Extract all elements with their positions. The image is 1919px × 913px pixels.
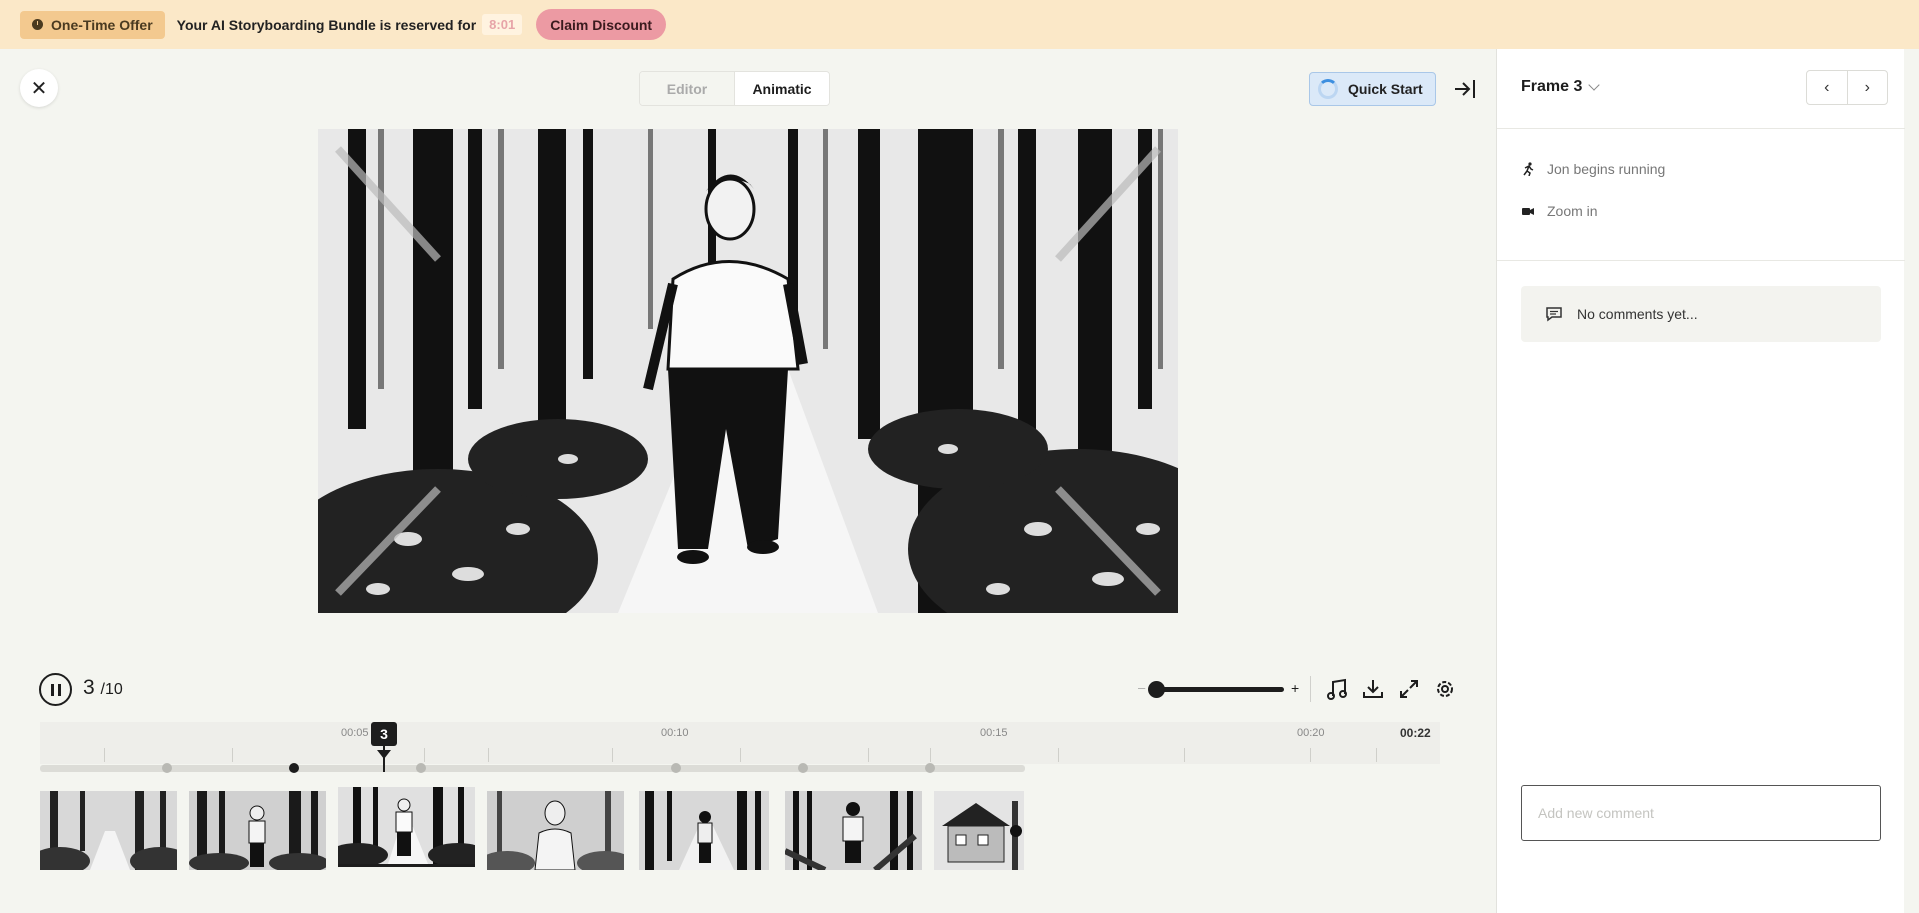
- panel-divider: [1497, 260, 1905, 261]
- ruler-tick: [488, 748, 489, 762]
- quick-start-button[interactable]: Quick Start: [1309, 72, 1436, 106]
- ruler-tick: [232, 748, 233, 762]
- frame-marker[interactable]: [289, 763, 299, 773]
- panel-header: Frame 3 ‹ ›: [1497, 49, 1905, 129]
- frame-counter: 3 /10: [83, 676, 123, 700]
- ruler-tick: [104, 748, 105, 762]
- previous-frame-button[interactable]: ‹: [1807, 71, 1848, 104]
- ruler-tick: [868, 748, 869, 762]
- mode-toggle: Editor Animatic: [639, 71, 830, 106]
- frame-marker[interactable]: [162, 763, 172, 773]
- forest-runner-illustration: [318, 129, 1178, 613]
- ruler-label: 00:20: [1297, 727, 1325, 739]
- timeline-track[interactable]: [40, 765, 1025, 772]
- zoom-in-icon[interactable]: +: [1291, 680, 1299, 696]
- zoom-out-icon[interactable]: –: [1138, 680, 1145, 695]
- action-item[interactable]: Zoom in: [1521, 203, 1598, 219]
- current-frame: 3: [83, 676, 95, 699]
- frame-thumbnail-3[interactable]: [338, 787, 475, 867]
- comments-empty-state: No comments yet...: [1521, 286, 1881, 342]
- frame-navigation: ‹ ›: [1806, 70, 1888, 105]
- frame-thumbnail-7[interactable]: [934, 791, 1024, 870]
- playhead[interactable]: 3: [371, 722, 397, 746]
- close-icon: ✕: [30, 77, 48, 100]
- frame-title: Frame 3: [1521, 78, 1583, 95]
- quick-start-label: Quick Start: [1348, 81, 1423, 97]
- action-label: Jon begins running: [1547, 161, 1666, 177]
- frame-thumbnail-6[interactable]: [785, 791, 922, 870]
- next-frame-button[interactable]: ›: [1848, 71, 1888, 104]
- download-icon[interactable]: [1360, 676, 1386, 702]
- ruler-tick: [1376, 748, 1377, 762]
- clock-icon: [32, 19, 43, 30]
- pause-icon: [50, 683, 61, 696]
- frame-details-panel: Frame 3 ‹ › Jon begins running Zoom in N…: [1496, 49, 1905, 913]
- camera-icon: [1522, 208, 1534, 215]
- frame-thumbnail-5[interactable]: [639, 791, 769, 870]
- ruler-label: 00:15: [980, 727, 1008, 739]
- music-icon[interactable]: [1324, 676, 1350, 702]
- frame-thumbnail-4[interactable]: [487, 791, 624, 870]
- close-button[interactable]: ✕: [20, 69, 58, 107]
- comment-icon: [1546, 307, 1562, 322]
- pause-button[interactable]: [39, 673, 72, 706]
- claim-discount-button[interactable]: Claim Discount: [536, 9, 667, 40]
- promo-banner: One-Time Offer Your AI Storyboarding Bun…: [0, 0, 1919, 49]
- ruler-label: 00:10: [661, 727, 689, 739]
- ruler-tick: [1058, 748, 1059, 762]
- ruler-tick: [612, 748, 613, 762]
- ruler-label: 00:05: [341, 727, 369, 739]
- frame-thumbnail-1[interactable]: [40, 791, 177, 870]
- frame-preview-image: [318, 129, 1178, 613]
- toolbar-divider: [1310, 676, 1311, 702]
- fullscreen-icon[interactable]: [1396, 676, 1422, 702]
- timeline-end-time: 00:22: [1400, 726, 1431, 740]
- tab-editor[interactable]: Editor: [640, 72, 735, 105]
- frame-marker[interactable]: [416, 763, 426, 773]
- collapse-panel-icon[interactable]: [1452, 76, 1478, 102]
- ruler-tick: [424, 748, 425, 762]
- tab-animatic[interactable]: Animatic: [735, 72, 829, 105]
- offer-badge: One-Time Offer: [20, 10, 165, 39]
- settings-gear-icon[interactable]: [1432, 676, 1458, 702]
- frame-marker[interactable]: [671, 763, 681, 773]
- frame-selector[interactable]: Frame 3: [1521, 78, 1601, 96]
- add-comment-input[interactable]: [1521, 785, 1881, 841]
- ruler-tick: [930, 748, 931, 762]
- progress-ring-icon: [1318, 79, 1338, 99]
- zoom-slider-handle[interactable]: [1148, 681, 1165, 698]
- ruler-tick: [740, 748, 741, 762]
- ruler-tick: [1184, 748, 1185, 762]
- countdown-timer: 8:01: [482, 14, 523, 35]
- running-icon: [1523, 162, 1534, 176]
- chevron-down-icon: [1588, 79, 1601, 91]
- no-comments-text: No comments yet...: [1577, 306, 1698, 322]
- action-item[interactable]: Jon begins running: [1521, 161, 1665, 177]
- frame-thumbnail-2[interactable]: [189, 791, 326, 870]
- ruler-tick: [1310, 748, 1311, 762]
- frame-marker[interactable]: [798, 763, 808, 773]
- playhead-pointer: [377, 750, 391, 759]
- zoom-slider[interactable]: [1150, 687, 1284, 692]
- offer-label: One-Time Offer: [51, 16, 153, 33]
- total-frames: /10: [100, 681, 123, 698]
- action-label: Zoom in: [1547, 203, 1598, 219]
- banner-message: Your AI Storyboarding Bundle is reserved…: [176, 16, 477, 33]
- frame-marker[interactable]: [925, 763, 935, 773]
